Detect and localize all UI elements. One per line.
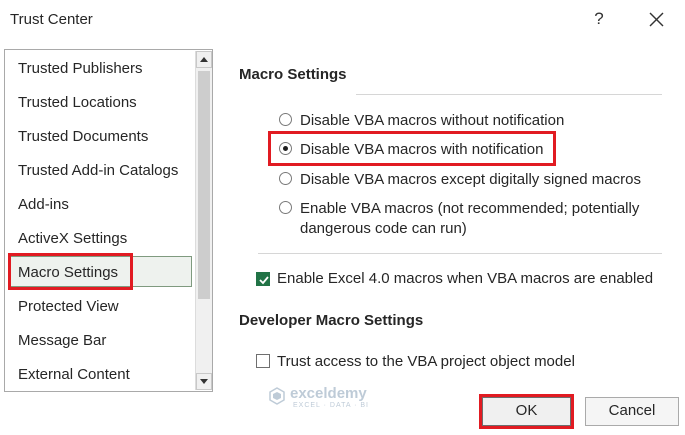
sidebar-item-activex-settings[interactable]: ActiveX Settings <box>18 230 127 247</box>
watermark-tagline: EXCEL · DATA · BI <box>293 402 369 409</box>
option-label-disable-without-notification: Disable VBA macros without notification <box>300 112 565 129</box>
radio-enable-vba-macros[interactable] <box>279 201 292 214</box>
sidebar-item-trusted-publishers[interactable]: Trusted Publishers <box>18 60 143 77</box>
arrow-up-icon <box>200 57 208 62</box>
sidebar-scrollbar[interactable] <box>195 51 212 390</box>
radio-disable-without-notification[interactable] <box>279 113 292 126</box>
sidebar-item-external-content[interactable]: External Content <box>18 366 130 383</box>
sidebar-item-add-ins[interactable]: Add-ins <box>18 196 69 213</box>
watermark: exceldemy EXCEL · DATA · BI <box>268 385 368 410</box>
checkbox-label-trust-vba-access: Trust access to the VBA project object m… <box>277 353 575 370</box>
close-button[interactable] <box>645 8 669 32</box>
radio-disable-except-signed[interactable] <box>279 172 292 185</box>
help-button[interactable]: ? <box>589 9 609 29</box>
macro-settings-title: Macro Settings <box>239 66 347 83</box>
macro-settings-callout <box>8 253 133 290</box>
sidebar-item-trusted-addin-catalogs[interactable]: Trusted Add-in Catalogs <box>18 162 178 179</box>
section-divider <box>356 94 662 95</box>
option-label-enable-vba-line2: dangerous code can run) <box>300 220 467 237</box>
exceldemy-logo-icon <box>269 387 285 405</box>
checkbox-excel4-macros[interactable] <box>256 272 270 286</box>
sidebar-item-trusted-documents[interactable]: Trusted Documents <box>18 128 148 145</box>
sidebar-item-message-bar[interactable]: Message Bar <box>18 332 106 349</box>
ok-button-callout <box>479 394 574 429</box>
close-icon <box>649 12 664 27</box>
checkbox-trust-vba-access[interactable] <box>256 354 270 368</box>
scroll-thumb[interactable] <box>198 71 210 299</box>
checkbox-label-excel4-macros: Enable Excel 4.0 macros when VBA macros … <box>277 270 654 287</box>
scroll-down-button[interactable] <box>196 373 212 390</box>
selected-option-callout <box>268 131 556 166</box>
title-bar: Trust Center ? <box>0 0 685 44</box>
dialog-title: Trust Center <box>10 11 93 28</box>
option-label-enable-vba-line1: Enable VBA macros (not recommended; pote… <box>300 200 640 217</box>
watermark-name: exceldemy <box>290 385 367 402</box>
option-label-disable-except-signed: Disable VBA macros except digitally sign… <box>300 171 641 188</box>
cancel-button[interactable]: Cancel <box>585 397 679 426</box>
options-divider <box>258 253 662 254</box>
arrow-down-icon <box>200 379 208 384</box>
developer-macro-settings-title: Developer Macro Settings <box>239 312 424 329</box>
sidebar-item-trusted-locations[interactable]: Trusted Locations <box>18 94 137 111</box>
sidebar-item-protected-view[interactable]: Protected View <box>18 298 119 315</box>
category-list: Trusted Publishers Trusted Locations Tru… <box>4 49 213 392</box>
scroll-up-button[interactable] <box>196 51 212 68</box>
checkmark-icon <box>259 276 269 285</box>
